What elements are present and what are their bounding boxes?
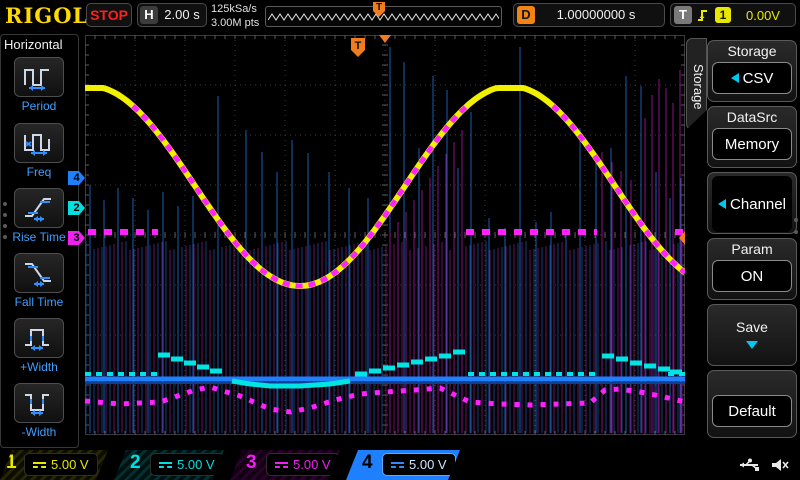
menu-page-indicator [794, 210, 798, 242]
menu-page-indicator [3, 195, 7, 246]
measure-menu-title: Horizontal [4, 37, 63, 52]
ch1-scale: 5.00 V [24, 453, 98, 476]
h-label: H [140, 6, 158, 24]
minus-width-icon [22, 389, 56, 417]
status-bar: RIGOL STOP H 2.00 s 125kSa/s 3.00M pts T… [0, 0, 800, 32]
usb-icon [738, 458, 762, 472]
io-status-area [716, 450, 800, 480]
rising-edge-icon [696, 7, 712, 23]
waveform-display: TT 4 2 3 [85, 35, 685, 435]
measure-item-period[interactable]: Period [12, 57, 66, 113]
option-arrow-icon [731, 73, 739, 83]
sample-rate: 125kSa/s [211, 2, 263, 16]
measure-item-neg-width[interactable]: -Width [12, 383, 66, 439]
channel-3-status[interactable]: 3 5.00 V [230, 450, 340, 480]
d-label: D [517, 6, 535, 24]
plus-width-icon [22, 324, 56, 352]
measure-item-fall-time[interactable]: Fall Time [12, 253, 66, 309]
horizontal-timebase-box[interactable]: H 2.00 s [137, 3, 207, 27]
more-options-arrow-icon [746, 341, 758, 349]
softkey-storage-type[interactable]: Storage CSV [707, 40, 797, 102]
dc-coupling-icon [159, 460, 172, 470]
option-arrow-icon [718, 199, 726, 209]
softkey-save[interactable]: Save [707, 304, 797, 366]
storage-menu-panel: Storage Storage CSV DataSrc Memory Chann… [685, 32, 800, 450]
freq-icon [22, 129, 56, 157]
softkey-param[interactable]: Param ON [707, 238, 797, 300]
measure-item-pos-width[interactable]: +Width [12, 318, 66, 374]
softkey-default[interactable]: Default [707, 370, 797, 438]
delay-box[interactable]: D 1.00000000 s [513, 3, 665, 27]
storage-menu-tab: Storage [686, 38, 707, 130]
channel-1-status[interactable]: 1 5.00 V [0, 450, 108, 480]
ch4-position-marker[interactable]: 4 [68, 171, 85, 185]
dc-coupling-icon [33, 460, 46, 470]
ch2-scale: 5.00 V [150, 453, 224, 476]
acquisition-info: 125kSa/s 3.00M pts [211, 2, 263, 30]
ch3-scale: 5.00 V [266, 453, 340, 476]
oscilloscope-screen: RIGOL STOP H 2.00 s 125kSa/s 3.00M pts T… [0, 0, 800, 480]
t-label: T [674, 6, 692, 24]
channel-status-bar: 1 5.00 V 2 5.00 V 3 5.00 V 4 5.00 V [0, 450, 800, 480]
ch2-position-marker[interactable]: 2 [68, 201, 85, 215]
delay-value: 1.00000000 s [536, 7, 656, 22]
memory-depth: 3.00M pts [211, 16, 263, 30]
dc-coupling-icon [391, 460, 404, 470]
rise-time-icon [22, 194, 56, 222]
measure-item-freq[interactable]: Freq [12, 123, 66, 179]
speaker-muted-icon [770, 457, 790, 473]
period-icon [22, 63, 56, 91]
ch4-scale: 5.00 V [382, 453, 456, 476]
measure-item-rise-time[interactable]: Rise Time [12, 188, 66, 244]
timebase-value: 2.00 s [160, 7, 204, 22]
waveform-preview-bar[interactable]: T [265, 6, 502, 27]
trigger-box[interactable]: T 1 0.00V [670, 3, 796, 27]
channel-2-status[interactable]: 2 5.00 V [114, 450, 224, 480]
channel-4-status[interactable]: 4 5.00 V [346, 450, 460, 480]
run-state-indicator[interactable]: STOP [86, 3, 132, 27]
softkey-data-source[interactable]: DataSrc Memory [707, 106, 797, 168]
softkey-channel[interactable]: Channel [707, 172, 797, 234]
trigger-source-badge: 1 [715, 7, 731, 23]
trigger-level-value: 0.00V [735, 8, 791, 23]
measure-menu-panel: Horizontal Period Freq Rise Time [0, 34, 79, 448]
rigol-logo: RIGOL [5, 3, 88, 28]
dc-coupling-icon [275, 460, 288, 470]
fall-time-icon [22, 259, 56, 287]
ch3-position-marker[interactable]: 3 [68, 231, 85, 245]
graticule: TT [85, 35, 685, 435]
svg-text:T: T [355, 40, 362, 52]
